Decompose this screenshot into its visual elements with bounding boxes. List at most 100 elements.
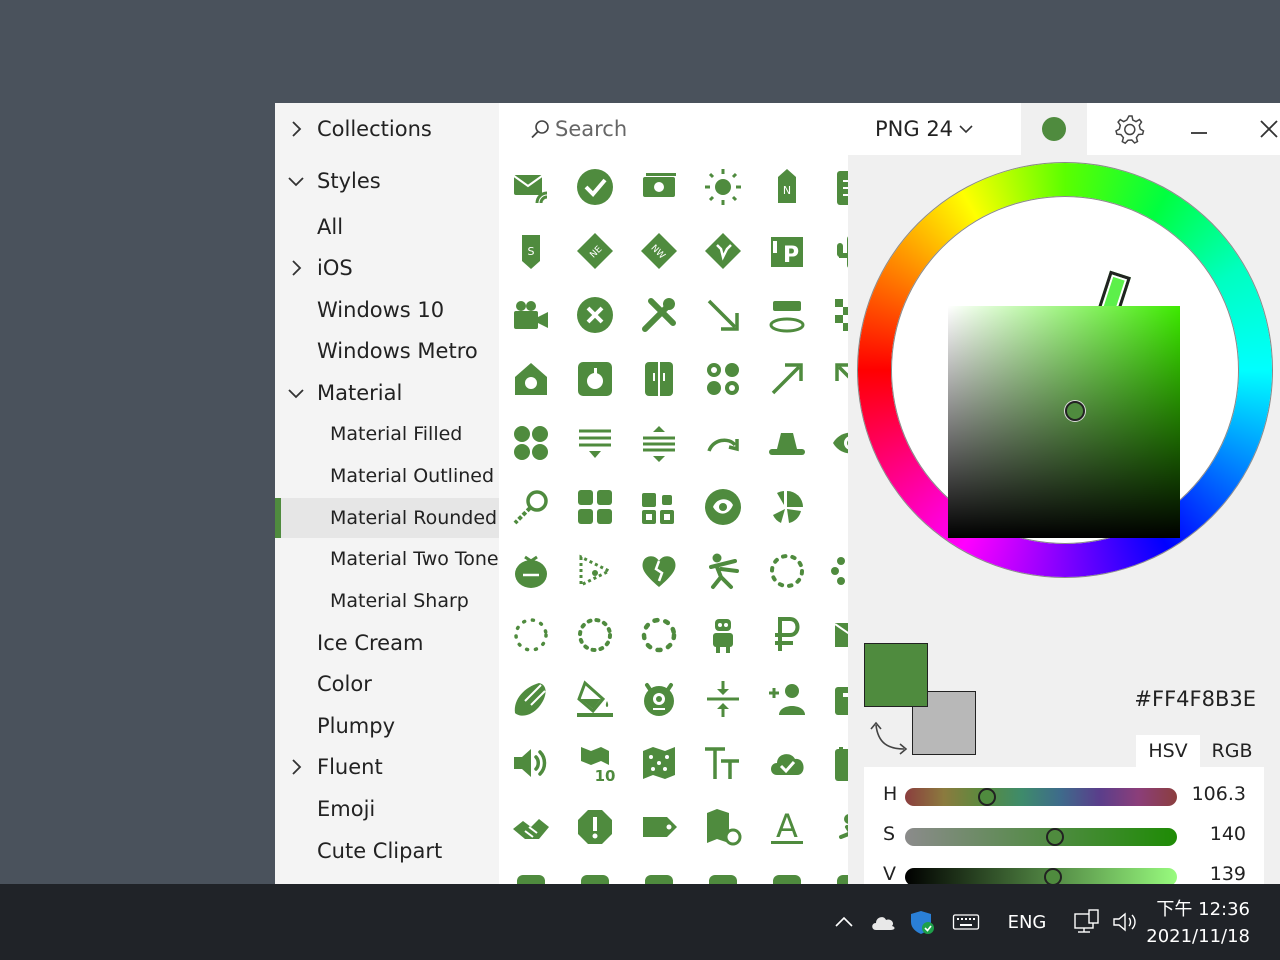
scatter-dots-icon[interactable] [703,359,743,399]
saturation-value-square[interactable] [948,306,1180,538]
text-format-a-icon[interactable]: A [767,807,807,847]
dotted-circle-2-icon[interactable] [575,615,615,655]
handshake-icon[interactable] [511,807,551,847]
current-color-swatch[interactable] [864,643,928,707]
sidebar-item-plumpy[interactable]: Plumpy [275,706,499,746]
clock[interactable]: 下午 12:36 2021/11/18 [1146,896,1250,950]
settings-button[interactable] [1094,103,1164,155]
partial-icon[interactable] [767,871,807,884]
dots-icon[interactable] [831,551,848,591]
sidebar-item-collections[interactable]: Collections [275,109,499,149]
swap-colors-icon[interactable] [870,715,910,759]
tag-south-icon[interactable]: S [511,231,551,271]
close-button[interactable] [1234,103,1280,155]
sidebar-item-ios[interactable]: iOS [275,248,499,288]
sidebar-item-windows-metro[interactable]: Windows Metro [275,331,499,371]
sidebar-item-material[interactable]: Material [275,373,499,413]
slider-knob[interactable] [977,788,996,806]
sidebar-item-material-two-tone[interactable]: Material Two Tone [275,539,499,579]
sport-icon[interactable] [831,807,848,847]
south-east-arrow-icon[interactable] [703,295,743,335]
sidebar-item-windows-10[interactable]: Windows 10 [275,290,499,330]
sidebar-item-material-filled[interactable]: Material Filled [275,414,499,454]
input-language-button[interactable]: ENG [1000,884,1054,960]
format-color-fill-icon[interactable] [575,679,615,719]
mail-wifi-icon[interactable] [511,167,551,207]
map-clock-icon[interactable] [703,807,743,847]
sidebar-item-fluent[interactable]: Fluent [275,747,499,787]
search-input[interactable]: Search [529,115,627,143]
map-dotted-icon[interactable] [639,743,679,783]
planet-bird-icon[interactable] [703,487,743,527]
video-camera-icon[interactable] [511,295,551,335]
chevron-right-icon[interactable] [285,257,307,279]
partial-icon[interactable] [703,871,743,884]
ruble-icon[interactable] [767,615,807,655]
slider-value[interactable]: 106.3 [1186,783,1246,805]
tab-rgb[interactable]: RGB [1200,735,1264,767]
dotted-circle-icon[interactable] [511,615,551,655]
asteroid-icon[interactable] [511,679,551,719]
value-slider[interactable] [905,868,1177,884]
build-tools-icon[interactable] [639,295,679,335]
slider-value[interactable]: 140 [1186,823,1246,845]
chevron-right-icon[interactable] [285,756,307,778]
person-icon[interactable] [831,487,848,527]
text-size-icon[interactable] [703,743,743,783]
partial-icon[interactable] [639,871,679,884]
apple-logo-icon[interactable] [575,359,615,399]
redo-icon[interactable] [703,423,743,463]
home-cat-icon[interactable] [511,359,551,399]
sidebar-item-material-sharp[interactable]: Material Sharp [275,581,499,621]
touch-keyboard-button[interactable] [948,884,984,960]
sports-kabaddi-icon[interactable] [703,551,743,591]
unknown-icon[interactable] [831,679,848,719]
clipboard-list-icon[interactable] [831,167,848,207]
tag-northwest-icon[interactable]: NW [639,231,679,271]
calendar-icon[interactable] [831,743,848,783]
volume-tray[interactable] [1108,884,1142,960]
replay-10-icon[interactable]: 10 [575,743,615,785]
security-tray[interactable] [904,884,940,960]
play-dots-icon[interactable] [575,551,615,591]
slider-knob[interactable] [1045,828,1064,846]
sidebar-item-cute-clipart[interactable]: Cute Clipart [275,831,499,871]
sun-icon[interactable] [703,167,743,207]
sidebar-item-material-rounded[interactable]: Material Rounded [275,498,499,538]
dashboard-customize-icon[interactable] [639,487,679,527]
hat-icon[interactable] [767,423,807,463]
vertical-align-center-icon[interactable] [703,679,743,719]
fridge-icon[interactable] [639,359,679,399]
chevron-right-icon[interactable] [285,118,307,140]
mail-slash-icon[interactable] [831,615,848,655]
network-tray[interactable] [1070,884,1104,960]
dotted-ring-icon[interactable] [767,551,807,591]
report-icon[interactable] [575,807,615,847]
hex-value[interactable]: #FF4F8B3E [1134,687,1256,711]
partial-icon[interactable] [511,871,551,884]
sidebar-item-ice-cream[interactable]: Ice Cream [275,623,499,663]
widgets-icon[interactable] [511,423,551,463]
chevron-down-icon[interactable] [285,170,307,192]
check-circle-icon[interactable] [575,167,615,207]
cactus-icon[interactable] [831,231,848,271]
dotted-circle-3-icon[interactable] [639,615,679,655]
blu-ray-icon[interactable] [767,295,807,335]
north-west-arrow-icon[interactable] [831,359,848,399]
local-parking-icon[interactable]: P [767,231,807,271]
payments-icon[interactable] [639,167,679,207]
sidebar-item-emoji[interactable]: Emoji [275,789,499,829]
sidebar-item-styles[interactable]: Styles [275,161,499,201]
sidebar-item-all[interactable]: All [275,207,499,247]
dashboard-icon[interactable] [575,487,615,527]
tomato-icon[interactable] [511,551,551,591]
robot-icon[interactable] [703,615,743,655]
tag-northeast-icon[interactable]: NE [575,231,615,271]
slider-value[interactable]: 139 [1186,863,1246,884]
cancel-icon[interactable] [575,295,615,335]
sidebar-item-material-outlined[interactable]: Material Outlined [275,456,499,496]
pie-slices-icon[interactable] [767,487,807,527]
partial-icon[interactable] [831,871,848,884]
expand-vertical-icon[interactable] [639,423,679,463]
sidebar-item-color[interactable]: Color [275,664,499,704]
